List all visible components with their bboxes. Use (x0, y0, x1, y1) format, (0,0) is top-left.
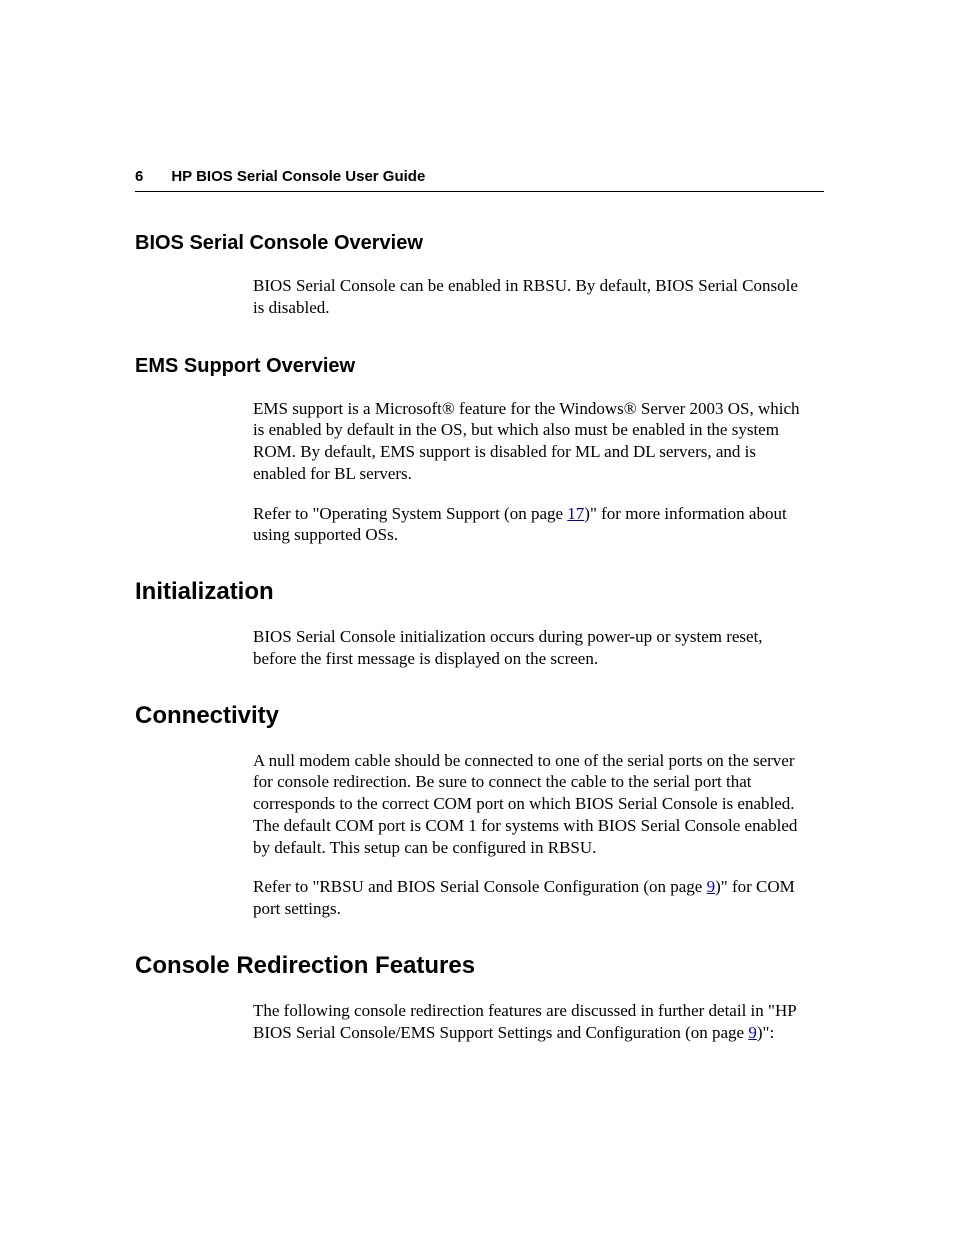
paragraph: Refer to "Operating System Support (on p… (253, 503, 808, 547)
page-link-17[interactable]: 17 (567, 504, 584, 523)
heading-console-redirection: Console Redirection Features (135, 952, 824, 980)
text-run: )": (757, 1023, 774, 1042)
page-number: 6 (135, 168, 143, 185)
paragraph: Refer to "RBSU and BIOS Serial Console C… (253, 876, 808, 920)
document-page: 6 HP BIOS Serial Console User Guide BIOS… (0, 0, 954, 1235)
heading-ems-overview: EMS Support Overview (135, 355, 824, 378)
heading-bios-overview: BIOS Serial Console Overview (135, 232, 824, 255)
text-run: Refer to "Operating System Support (on p… (253, 504, 567, 523)
header-divider (135, 191, 824, 192)
running-title: HP BIOS Serial Console User Guide (171, 168, 425, 185)
paragraph: A null modem cable should be connected t… (253, 750, 808, 859)
page-header: 6 HP BIOS Serial Console User Guide (135, 168, 824, 185)
paragraph: BIOS Serial Console initialization occur… (253, 626, 808, 670)
paragraph: BIOS Serial Console can be enabled in RB… (253, 275, 808, 319)
paragraph: The following console redirection featur… (253, 1000, 808, 1044)
page-link-9[interactable]: 9 (748, 1023, 757, 1042)
heading-initialization: Initialization (135, 578, 824, 606)
paragraph: EMS support is a Microsoft® feature for … (253, 398, 808, 485)
text-run: Refer to "RBSU and BIOS Serial Console C… (253, 877, 707, 896)
page-link-9[interactable]: 9 (707, 877, 716, 896)
heading-connectivity: Connectivity (135, 702, 824, 730)
text-run: The following console redirection featur… (253, 1001, 796, 1042)
